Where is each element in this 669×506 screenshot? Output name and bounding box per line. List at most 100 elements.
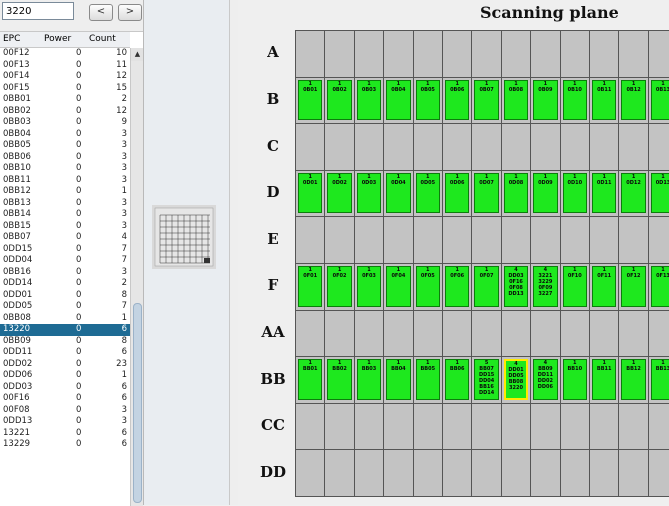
table-row[interactable]: 0DD11 0 6 (0, 347, 130, 359)
grid-cell[interactable] (412, 309, 443, 358)
grid-cell[interactable] (618, 449, 649, 497)
table-row[interactable]: 0BB11 0 3 (0, 175, 130, 187)
grid-cell[interactable] (442, 123, 473, 171)
tag-marker[interactable]: 1 0F07 (474, 266, 499, 307)
grid-cell[interactable] (647, 309, 669, 358)
grid-cell[interactable] (412, 30, 443, 78)
table-row[interactable]: 00F15 0 15 (0, 83, 130, 95)
tag-marker[interactable]: 1 0D06 (445, 172, 470, 214)
tag-marker[interactable]: 1 0D13 (650, 172, 669, 214)
tag-marker[interactable]: 1 0F11 (592, 266, 617, 307)
tag-marker[interactable]: 1 BB03 (356, 359, 382, 400)
grid-cell[interactable] (500, 216, 532, 264)
grid-cell[interactable] (500, 30, 532, 78)
tag-marker[interactable]: 1 0D12 (621, 172, 646, 214)
grid-cell[interactable] (530, 30, 561, 78)
grid-cell[interactable] (324, 402, 355, 451)
grid-cell[interactable] (589, 309, 620, 358)
table-row[interactable]: 0BB01 0 2 (0, 94, 130, 106)
grid-cell[interactable] (500, 309, 532, 358)
tag-marker[interactable]: 1 0B09 (533, 79, 558, 121)
grid-cell[interactable] (530, 123, 561, 171)
table-row[interactable]: 0DD01 0 8 (0, 290, 130, 302)
table-row[interactable]: 0BB05 0 3 (0, 140, 130, 152)
grid-cell[interactable] (353, 449, 385, 497)
grid-cell[interactable] (295, 216, 326, 264)
tag-marker[interactable]: 1 0B10 (562, 79, 587, 121)
tag-marker[interactable]: 1 0B13 (650, 79, 669, 121)
grid-cell[interactable] (412, 402, 443, 451)
grid-cell[interactable] (500, 402, 532, 451)
grid-cell[interactable] (383, 216, 414, 264)
tag-marker[interactable]: 5 BB07 DD15 DD04 BB16 DD14 (474, 359, 499, 400)
grid-cell[interactable] (471, 449, 502, 497)
grid-cell[interactable] (530, 449, 561, 497)
tag-marker[interactable]: 1 0F12 (621, 266, 646, 307)
grid-cell[interactable] (530, 402, 561, 451)
tag-marker[interactable]: 4 BB09 DD11 DD02 DD06 (533, 359, 558, 400)
grid-cell[interactable] (647, 123, 669, 171)
tag-marker[interactable]: 1 0D02 (327, 172, 352, 214)
grid-cell[interactable] (471, 402, 502, 451)
grid-cell[interactable] (383, 30, 414, 78)
grid-cell[interactable] (295, 30, 326, 78)
tag-marker[interactable]: 1 0B07 (474, 79, 499, 121)
table-row[interactable]: 0BB13 0 3 (0, 198, 130, 210)
table-row[interactable]: 0BB15 0 3 (0, 221, 130, 233)
grid-cell[interactable] (589, 30, 620, 78)
previous-button[interactable]: < (89, 4, 113, 21)
table-row[interactable]: 0DD05 0 7 (0, 301, 130, 313)
grid-cell[interactable] (500, 123, 532, 171)
table-row[interactable]: 0BB04 0 3 (0, 129, 130, 141)
grid-cell[interactable] (442, 309, 473, 358)
table-row[interactable]: 13221 0 6 (0, 428, 130, 440)
tag-marker[interactable]: 1 0D01 (298, 172, 323, 214)
tag-marker[interactable]: 1 BB05 (415, 359, 440, 400)
tag-marker[interactable]: 1 0F04 (386, 266, 411, 307)
table-row[interactable]: 0BB12 0 1 (0, 186, 130, 198)
grid-cell[interactable] (589, 123, 620, 171)
tag-marker[interactable]: 1 BB11 (592, 359, 617, 400)
tag-marker[interactable]: 1 0D08 (503, 172, 529, 214)
grid-cell[interactable] (324, 309, 355, 358)
tag-marker[interactable]: 1 BB13 (650, 359, 669, 400)
tag-marker[interactable]: 4 DD01 DD05 BB08 3220 (503, 359, 529, 400)
grid-cell[interactable] (559, 30, 590, 78)
grid-cell[interactable] (442, 449, 473, 497)
table-row[interactable]: 00F14 0 12 (0, 71, 130, 83)
grid-cell[interactable] (295, 309, 326, 358)
table-row[interactable]: 0DD03 0 6 (0, 382, 130, 394)
grid-cell[interactable] (353, 123, 385, 171)
table-row[interactable]: 13220 0 6 (0, 324, 130, 336)
tag-marker[interactable]: 1 0F05 (415, 266, 440, 307)
tag-marker[interactable]: 1 BB04 (386, 359, 411, 400)
tag-marker[interactable]: 1 0D10 (562, 172, 587, 214)
table-row[interactable]: 0DD13 0 3 (0, 416, 130, 428)
grid-cell[interactable] (353, 216, 385, 264)
table-row[interactable]: 00F12 0 10 (0, 48, 130, 60)
tag-marker[interactable]: 1 0B05 (415, 79, 440, 121)
tag-marker[interactable]: 1 0F10 (562, 266, 587, 307)
table-row[interactable]: 0BB16 0 3 (0, 267, 130, 279)
tag-marker[interactable]: 1 0F06 (445, 266, 470, 307)
grid-cell[interactable] (618, 216, 649, 264)
tag-marker[interactable]: 1 0F02 (327, 266, 352, 307)
grid-cell[interactable] (295, 402, 326, 451)
grid-cell[interactable] (530, 216, 561, 264)
table-row[interactable]: 0BB03 0 9 (0, 117, 130, 129)
tag-marker[interactable]: 1 0D03 (356, 172, 382, 214)
tag-marker[interactable]: 4 DD03 0F16 0F08 DD13 (503, 266, 529, 307)
grid-cell[interactable] (647, 216, 669, 264)
grid-cell[interactable] (559, 216, 590, 264)
grid-cell[interactable] (471, 30, 502, 78)
grid-cell[interactable] (383, 402, 414, 451)
grid-cell[interactable] (559, 309, 590, 358)
grid-cell[interactable] (442, 30, 473, 78)
tag-marker[interactable]: 1 0D04 (386, 172, 411, 214)
table-row[interactable]: 0DD06 0 1 (0, 370, 130, 382)
tag-marker[interactable]: 1 0B08 (503, 79, 529, 121)
grid-cell[interactable] (647, 402, 669, 451)
tag-marker[interactable]: 1 0B03 (356, 79, 382, 121)
minimap-thumbnail[interactable] (152, 205, 216, 269)
grid-cell[interactable] (353, 402, 385, 451)
